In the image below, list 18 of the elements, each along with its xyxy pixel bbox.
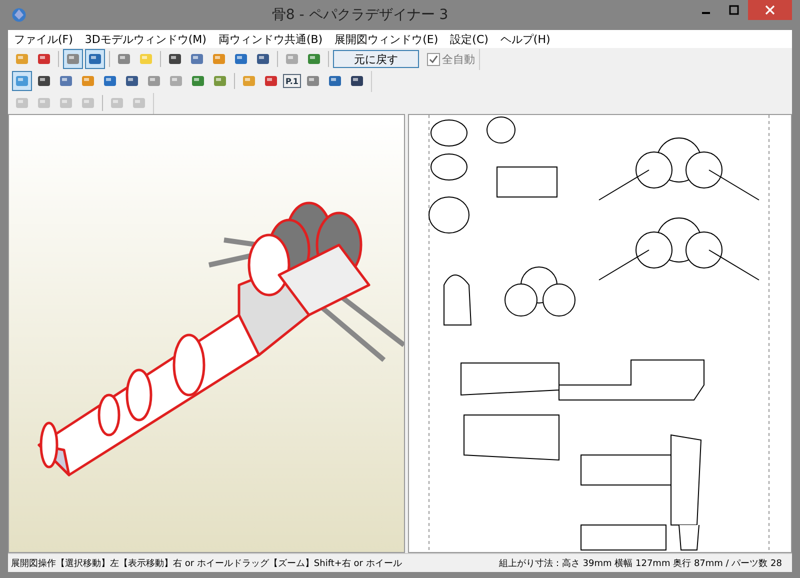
close-button[interactable]	[748, 0, 792, 20]
close-icon	[765, 5, 775, 15]
menu-item[interactable]: 展開図ウィンドウ(E)	[328, 32, 444, 46]
undo-button[interactable]: 元に戻す	[333, 50, 419, 68]
checkbox[interactable]	[427, 52, 440, 66]
menu-item[interactable]: 3Dモデルウィンドウ(M)	[78, 32, 212, 46]
window-title: 骨8 - ペパクラデザイナー 3	[270, 6, 450, 24]
maximize-icon	[729, 5, 739, 15]
dimensions-text: 組上がり寸法：高さ 39mm 横幅 127mm 奥行 87mm / パーツ数 28	[498, 558, 782, 570]
menu-item[interactable]: 両ウィンドウ共通(B)	[212, 32, 329, 46]
menu-item[interactable]: ファイル(F)	[8, 32, 79, 46]
checkbox-label: 全自動	[442, 52, 475, 66]
minimize-icon	[702, 12, 710, 14]
app-logo-icon	[10, 6, 28, 24]
status-text: 展開図操作【選択移動】左【表示移動】右 or ホイールドラッグ【ズーム】Shift+右 or ホイール	[11, 558, 402, 570]
page-number-button[interactable]: P.1	[283, 74, 301, 88]
menu-item[interactable]: ヘルプ(H)	[494, 32, 556, 46]
menu-item[interactable]: 設定(C)	[444, 32, 494, 46]
